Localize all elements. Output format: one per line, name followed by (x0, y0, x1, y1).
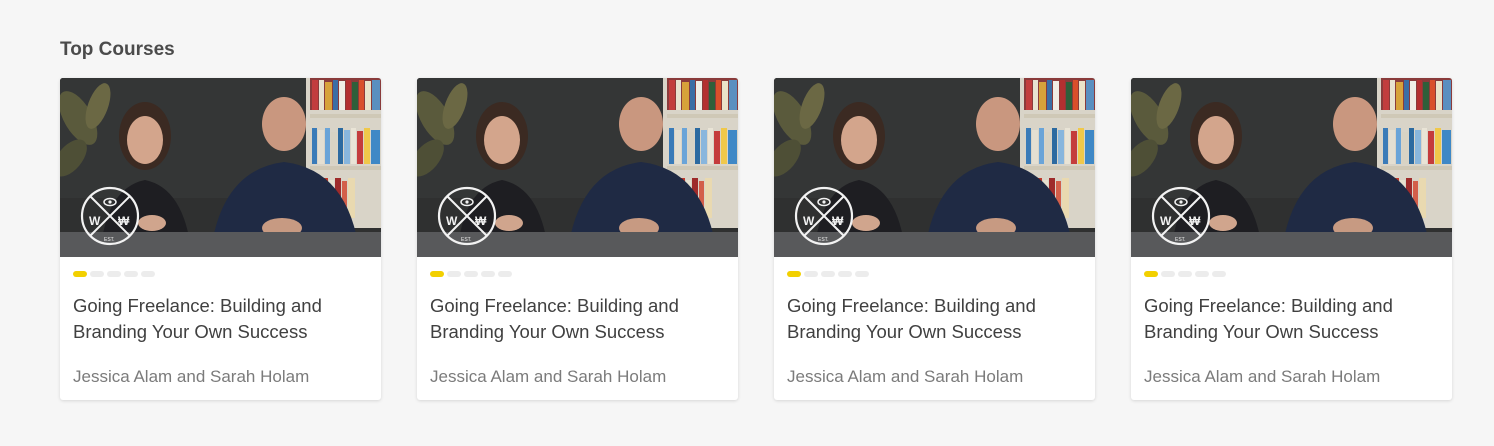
progress-segment (1212, 271, 1226, 277)
course-authors: Jessica Alam and Sarah Holam (787, 367, 1024, 386)
svg-text:EST.: EST. (818, 237, 829, 243)
course-card[interactable]: W ₩ EST. Going Freelance: Building and B… (417, 78, 738, 400)
course-card[interactable]: W ₩ EST. Going Freelance: Building and B… (774, 78, 1095, 400)
progress-segment (1178, 271, 1192, 277)
svg-text:W: W (1160, 214, 1172, 228)
progress-segment (787, 271, 801, 277)
progress-segment (90, 271, 104, 277)
progress-segment (804, 271, 818, 277)
svg-text:W: W (803, 214, 815, 228)
svg-text:EST.: EST. (461, 237, 472, 243)
course-authors: Jessica Alam and Sarah Holam (1144, 367, 1381, 386)
progress-segment (481, 271, 495, 277)
course-card-body: Going Freelance: Building and Branding Y… (60, 257, 381, 387)
svg-text:EST.: EST. (1175, 237, 1186, 243)
course-list: W ₩ EST. Going Freelance: Building and B… (60, 78, 1452, 400)
course-thumbnail[interactable]: W ₩ EST. (1131, 78, 1452, 257)
svg-text:EST.: EST. (104, 237, 115, 243)
svg-text:₩: ₩ (475, 214, 487, 228)
svg-text:₩: ₩ (832, 214, 844, 228)
course-progress (430, 271, 725, 277)
course-card-body: Going Freelance: Building and Branding Y… (774, 257, 1095, 387)
course-thumbnail[interactable]: W ₩ EST. (417, 78, 738, 257)
progress-segment (447, 271, 461, 277)
course-thumbnail[interactable]: W ₩ EST. (774, 78, 1095, 257)
progress-segment (141, 271, 155, 277)
course-title[interactable]: Going Freelance: Building and Branding Y… (73, 293, 368, 345)
progress-segment (498, 271, 512, 277)
course-title[interactable]: Going Freelance: Building and Branding Y… (787, 293, 1082, 345)
progress-segment (107, 271, 121, 277)
course-progress (1144, 271, 1439, 277)
progress-segment (73, 271, 87, 277)
course-progress (73, 271, 368, 277)
progress-segment (821, 271, 835, 277)
course-title[interactable]: Going Freelance: Building and Branding Y… (430, 293, 725, 345)
progress-segment (1161, 271, 1175, 277)
svg-text:W: W (446, 214, 458, 228)
course-authors: Jessica Alam and Sarah Holam (73, 367, 310, 386)
progress-segment (464, 271, 478, 277)
progress-segment (124, 271, 138, 277)
course-title[interactable]: Going Freelance: Building and Branding Y… (1144, 293, 1439, 345)
progress-segment (1144, 271, 1158, 277)
svg-text:W: W (89, 214, 101, 228)
course-authors: Jessica Alam and Sarah Holam (430, 367, 667, 386)
section-title: Top Courses (60, 39, 175, 60)
course-card[interactable]: W ₩ EST. Going Freelance: Building and B… (60, 78, 381, 400)
progress-segment (430, 271, 444, 277)
svg-text:₩: ₩ (1189, 214, 1201, 228)
course-thumbnail[interactable]: W ₩ EST. (60, 78, 381, 257)
course-card[interactable]: W ₩ EST. Going Freelance: Building and B… (1131, 78, 1452, 400)
progress-segment (855, 271, 869, 277)
progress-segment (838, 271, 852, 277)
course-progress (787, 271, 1082, 277)
svg-text:₩: ₩ (118, 214, 130, 228)
course-card-body: Going Freelance: Building and Branding Y… (1131, 257, 1452, 387)
progress-segment (1195, 271, 1209, 277)
course-card-body: Going Freelance: Building and Branding Y… (417, 257, 738, 387)
